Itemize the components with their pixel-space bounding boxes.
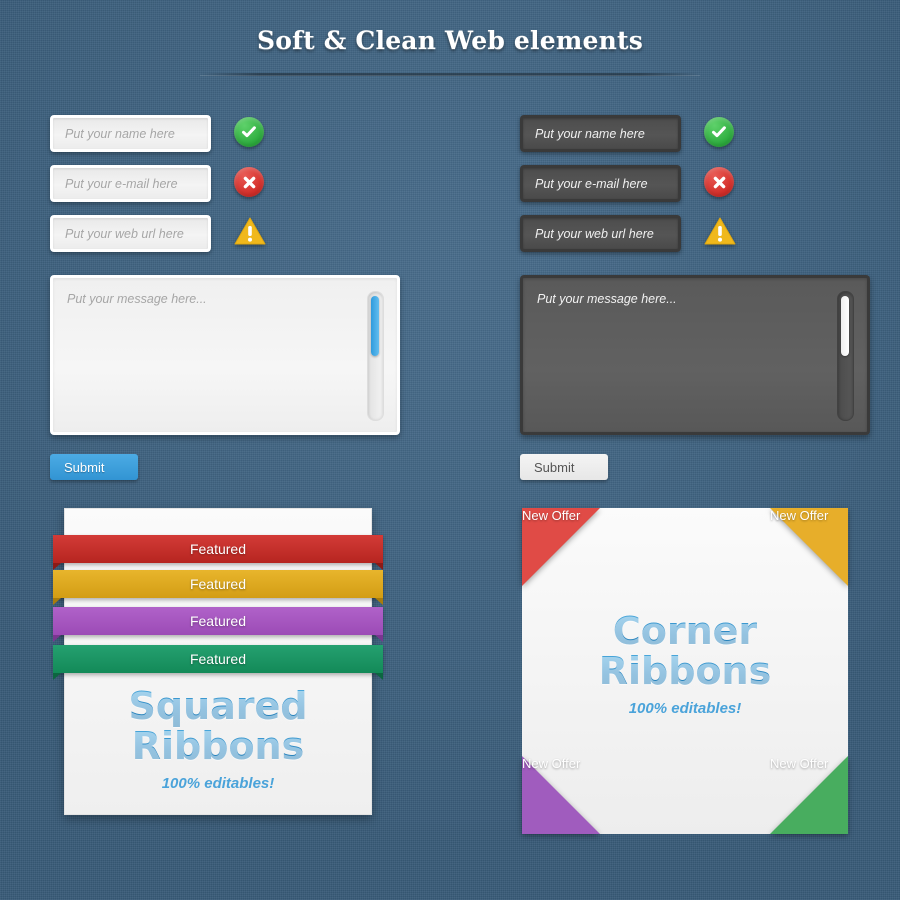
light-url-row bbox=[50, 215, 400, 265]
light-url-input[interactable] bbox=[50, 215, 211, 252]
dark-url-row bbox=[520, 215, 870, 265]
status-error-icon bbox=[234, 167, 266, 199]
squared-ribbons-panel: Featured Featured Featured Featured Squa… bbox=[53, 508, 383, 815]
dark-message-textarea[interactable] bbox=[520, 275, 870, 435]
corner-ribbon-bottom-left[interactable]: New Offer bbox=[522, 756, 600, 834]
dark-message-wrap bbox=[520, 275, 870, 440]
light-message-textarea[interactable] bbox=[50, 275, 400, 435]
squared-ribbons-card: Featured Featured Featured Featured Squa… bbox=[53, 508, 383, 815]
dark-scrollbar-thumb[interactable] bbox=[841, 296, 849, 356]
light-scrollbar[interactable] bbox=[367, 291, 384, 421]
corner-ribbon-top-right[interactable]: New Offer bbox=[770, 508, 848, 586]
light-name-row bbox=[50, 115, 400, 165]
ribbon-label: Featured bbox=[189, 651, 247, 667]
ribbon-label: Featured bbox=[189, 541, 247, 557]
corner-label: New Offer bbox=[770, 508, 829, 523]
ribbon-label: Featured bbox=[189, 576, 247, 592]
light-email-input[interactable] bbox=[50, 165, 211, 202]
corner-label: New Offer bbox=[522, 508, 581, 523]
status-success-icon bbox=[234, 117, 266, 149]
featured-ribbon-green[interactable]: Featured bbox=[53, 645, 383, 680]
squared-card-body: Squared Ribbons 100% editables! bbox=[65, 686, 371, 792]
corner-subtitle: 100% editables! bbox=[628, 699, 742, 717]
page-title: Soft & Clean Web elements bbox=[257, 26, 643, 55]
light-name-input[interactable] bbox=[50, 115, 211, 152]
corner-ribbon-top-left[interactable]: New Offer bbox=[522, 508, 600, 586]
squared-subtitle: 100% editables! bbox=[161, 774, 275, 792]
dark-scrollbar[interactable] bbox=[837, 291, 854, 421]
status-warning-icon bbox=[234, 217, 266, 249]
dark-name-input[interactable] bbox=[520, 115, 681, 152]
corner-ribbon-bottom-right[interactable]: New Offer bbox=[770, 756, 848, 834]
light-message-wrap bbox=[50, 275, 400, 440]
light-form: Submit bbox=[50, 115, 400, 480]
dark-email-row bbox=[520, 165, 870, 215]
dark-name-row bbox=[520, 115, 870, 165]
squared-title-line2: Ribbons bbox=[65, 726, 371, 767]
dark-submit-button[interactable]: Submit bbox=[520, 454, 608, 480]
corner-ribbons-panel: Corner Ribbons 100% editables! New Offer… bbox=[522, 508, 848, 834]
featured-ribbon-gold[interactable]: Featured bbox=[53, 570, 383, 605]
status-error-icon bbox=[704, 167, 736, 199]
status-warning-icon bbox=[704, 217, 736, 249]
featured-ribbon-purple[interactable]: Featured bbox=[53, 607, 383, 642]
corner-title-line1: Corner bbox=[522, 611, 848, 652]
dark-form: Submit bbox=[520, 115, 870, 480]
title-divider bbox=[200, 73, 700, 76]
ribbon-label: Featured bbox=[189, 613, 247, 629]
light-scrollbar-thumb[interactable] bbox=[371, 296, 379, 356]
light-submit-button[interactable]: Submit bbox=[50, 454, 138, 480]
dark-email-input[interactable] bbox=[520, 165, 681, 202]
corner-label: New Offer bbox=[770, 756, 829, 771]
featured-ribbon-red[interactable]: Featured bbox=[53, 535, 383, 570]
corner-label: New Offer bbox=[522, 756, 581, 771]
squared-title-line1: Squared bbox=[65, 686, 371, 727]
status-success-icon bbox=[704, 117, 736, 149]
dark-url-input[interactable] bbox=[520, 215, 681, 252]
corner-card-body: Corner Ribbons 100% editables! bbox=[522, 611, 848, 717]
corner-title-line2: Ribbons bbox=[522, 651, 848, 692]
light-email-row bbox=[50, 165, 400, 215]
